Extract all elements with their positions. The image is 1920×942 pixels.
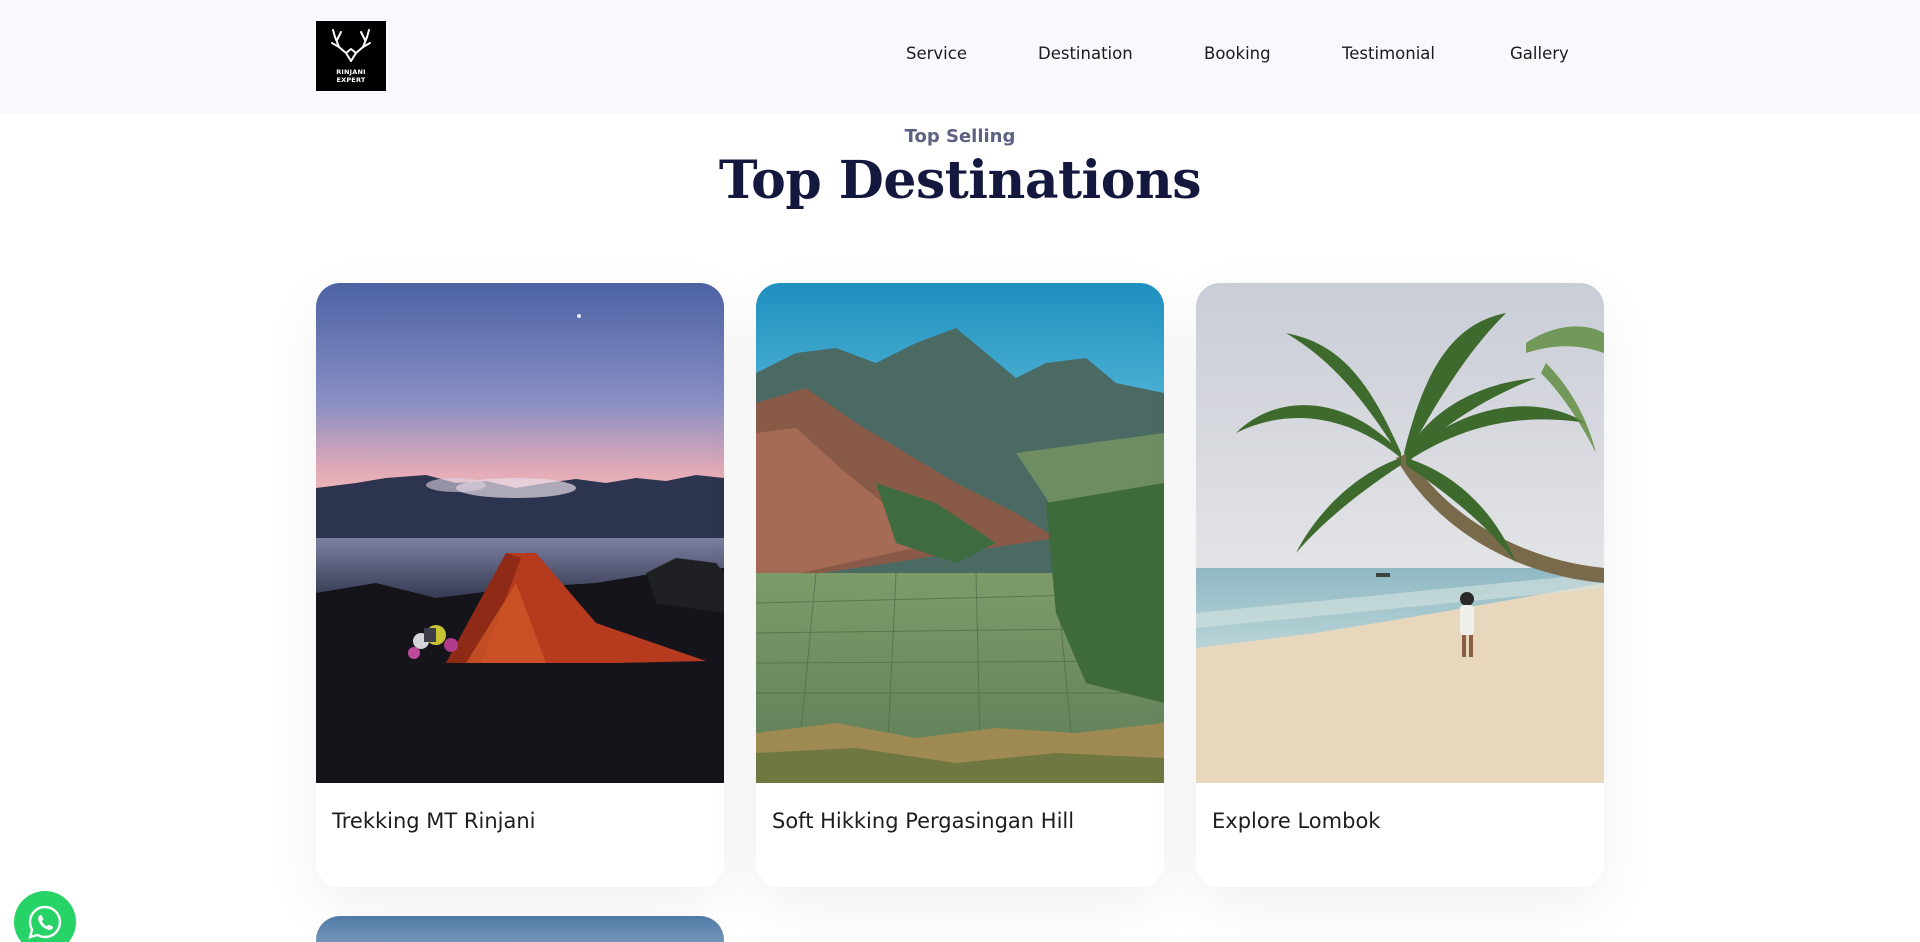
nav-destination[interactable]: Destination [1038, 44, 1133, 63]
rinjani-expert-logo[interactable]: RINJANI EXPERT [316, 21, 386, 91]
beach-palm-tree-photo [1196, 283, 1604, 783]
destination-card[interactable]: Soft Hikking Pergasingan Hill [756, 283, 1164, 887]
nav-booking[interactable]: Booking [1204, 44, 1271, 63]
nav-gallery[interactable]: Gallery [1510, 44, 1569, 63]
whatsapp-button[interactable] [14, 891, 76, 942]
nav-service[interactable]: Service [906, 44, 967, 63]
card-title: Soft Hikking Pergasingan Hill [772, 809, 1075, 833]
nav-testimonial[interactable]: Testimonial [1342, 44, 1435, 63]
section-eyebrow: Top Selling [904, 126, 1016, 147]
site-header: RINJANI EXPERT Service Destination Booki… [0, 0, 1920, 114]
destination-card[interactable]: Explore Lombok [1196, 283, 1604, 887]
destination-card[interactable]: Trekking MT Rinjani [316, 283, 724, 887]
section-title: Top Destinations [718, 150, 1202, 211]
destination-card-partial[interactable] [316, 916, 724, 942]
card-title: Explore Lombok [1212, 809, 1381, 833]
whatsapp-icon [28, 905, 62, 939]
deer-antlers-icon [331, 29, 371, 62]
logo-text: RINJANI EXPERT [336, 68, 366, 84]
mountain-valley-rice-fields-photo [756, 283, 1164, 783]
lake-camping-tent-photo [316, 283, 724, 783]
card-title: Trekking MT Rinjani [332, 809, 536, 833]
